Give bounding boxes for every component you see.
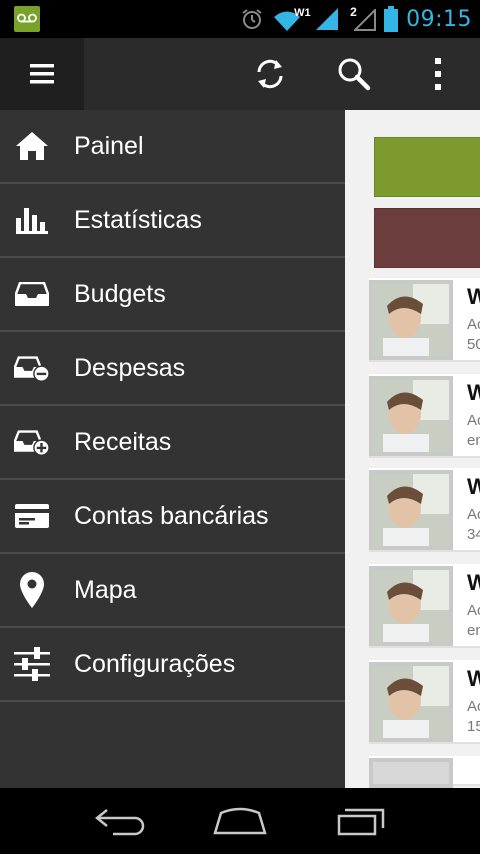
sync-icon: [257, 59, 283, 89]
item-subtitle: Ac: [467, 698, 480, 715]
income-summary-bar[interactable]: [374, 137, 480, 197]
signal-sim2-icon: 2: [350, 5, 377, 33]
item-subtitle: Ac: [467, 412, 480, 429]
drawer-item-budgets[interactable]: Budgets: [0, 258, 345, 332]
overflow-menu-icon: [435, 58, 441, 90]
drawer-item-despesas[interactable]: Despesas: [0, 332, 345, 406]
back-icon: [94, 809, 145, 836]
list-item[interactable]: W Ac 50: [369, 278, 480, 362]
home-button-icon: [213, 807, 267, 835]
drawer-item-label: Despesas: [74, 353, 186, 382]
bar-chart-icon: [14, 202, 50, 238]
tray-plus-icon: [14, 424, 50, 460]
avatar: [369, 566, 453, 646]
drawer-item-contas-bancarias[interactable]: Contas bancárias: [0, 480, 345, 554]
list-item[interactable]: W Ac 34: [369, 468, 480, 552]
drawer-item-label: Configurações: [74, 649, 236, 678]
drawer-item-label: Receitas: [74, 427, 172, 456]
drawer-item-receitas[interactable]: Receitas: [0, 406, 345, 480]
status-clock: 09:15: [406, 6, 472, 32]
expense-summary-bar[interactable]: [374, 208, 480, 268]
list-item[interactable]: W Ac en: [369, 564, 480, 648]
voicemail-icon: [14, 6, 40, 32]
item-subtitle: Ac: [467, 316, 480, 333]
credit-card-icon: [14, 498, 50, 534]
drawer-item-estatisticas[interactable]: Estatísticas: [0, 184, 345, 258]
drawer-item-label: Budgets: [74, 279, 166, 308]
list-item[interactable]: W Ac en: [369, 374, 480, 458]
item-detail: 34: [467, 526, 480, 543]
avatar: [369, 662, 453, 742]
search-button[interactable]: [318, 38, 390, 110]
item-title: W: [467, 380, 480, 405]
item-title: W: [467, 666, 480, 691]
map-pin-icon: [14, 572, 50, 608]
wifi-label: W1: [294, 7, 311, 19]
drawer-item-painel[interactable]: Painel: [0, 110, 345, 184]
drawer-item-configuracoes[interactable]: Configurações: [0, 628, 345, 702]
sliders-icon: [14, 646, 50, 682]
drawer-item-mapa[interactable]: Mapa: [0, 554, 345, 628]
item-subtitle: Ac: [467, 506, 480, 523]
drawer-item-label: Mapa: [74, 575, 137, 604]
avatar: [369, 280, 453, 360]
item-title: W: [467, 474, 480, 499]
alarm-icon: [242, 9, 262, 29]
action-bar: [0, 38, 480, 110]
avatar: [369, 470, 453, 550]
search-icon: [338, 58, 371, 91]
drawer-item-label: Estatísticas: [74, 205, 202, 234]
main-content: W Ac 50 W Ac en W Ac 34 W Ac en W Ac 15: [345, 110, 480, 788]
tray-minus-icon: [14, 350, 50, 386]
inbox-tray-icon: [14, 276, 50, 312]
home-button[interactable]: [200, 800, 280, 842]
item-detail: 50: [467, 336, 480, 353]
item-subtitle: Ac: [467, 602, 480, 619]
navigation-drawer: Painel Estatísticas Budgets Despesas Rec…: [0, 110, 345, 788]
wifi-icon: W1: [272, 5, 311, 33]
item-detail: 15: [467, 718, 480, 735]
avatar: [369, 758, 453, 788]
sync-button[interactable]: [234, 38, 306, 110]
back-button[interactable]: [80, 800, 160, 842]
avatar: [369, 376, 453, 456]
drawer-item-label: Contas bancárias: [74, 501, 269, 530]
overflow-menu-button[interactable]: [402, 38, 474, 110]
item-detail: en: [467, 432, 480, 449]
drawer-item-label: Painel: [74, 131, 144, 160]
item-title: W: [467, 284, 480, 309]
hamburger-menu-icon: [30, 64, 54, 84]
drawer-toggle-button[interactable]: [0, 38, 84, 110]
status-bar: W1 2 09:15: [0, 0, 480, 38]
home-icon: [14, 128, 50, 164]
recent-apps-button[interactable]: [322, 800, 402, 842]
item-title: W: [467, 570, 480, 595]
system-nav-bar: [0, 788, 480, 854]
list-item[interactable]: [369, 756, 480, 788]
signal-icon: [314, 5, 342, 33]
recent-apps-icon: [337, 808, 385, 836]
list-item[interactable]: W Ac 15: [369, 660, 480, 744]
item-detail: en: [467, 622, 480, 639]
battery-icon: [384, 6, 399, 32]
